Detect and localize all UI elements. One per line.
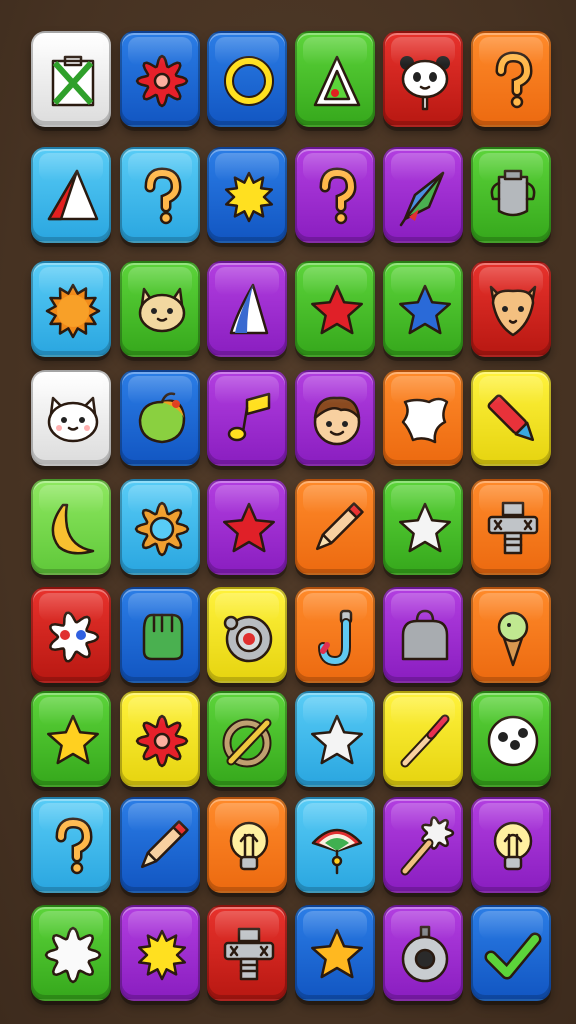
tile-r5-c6[interactable] [471, 479, 551, 575]
tile-r6-c2[interactable] [120, 587, 200, 683]
tile-r3-c4[interactable] [295, 261, 375, 357]
tile-r7-c6[interactable] [471, 691, 551, 787]
tile-r5-c1[interactable] [31, 479, 111, 575]
tile-r5-c3[interactable] [207, 479, 287, 575]
tile-r3-c5[interactable] [383, 261, 463, 357]
tile-r7-c1[interactable] [31, 691, 111, 787]
tile-r6-c1[interactable] [31, 587, 111, 683]
tile-r8-c2[interactable] [120, 797, 200, 893]
tile-r5-c5[interactable] [383, 479, 463, 575]
tile-r8-c4[interactable] [295, 797, 375, 893]
tile-r3-c6[interactable] [471, 261, 551, 357]
tile-r6-c5[interactable] [383, 587, 463, 683]
tile-r8-c1[interactable] [31, 797, 111, 893]
tile-r3-c3[interactable] [207, 261, 287, 357]
game-board [0, 0, 576, 1024]
tile-r4-c2[interactable] [120, 370, 200, 466]
tile-r4-c4[interactable] [295, 370, 375, 466]
tile-r2-c5[interactable] [383, 147, 463, 243]
tile-r9-c1[interactable] [31, 905, 111, 1001]
tile-r2-c3[interactable] [207, 147, 287, 243]
tile-r3-c2[interactable] [120, 261, 200, 357]
tile-r9-c6[interactable] [471, 905, 551, 1001]
tile-r1-c5[interactable] [383, 31, 463, 127]
tile-r8-c3[interactable] [207, 797, 287, 893]
tile-r7-c3[interactable] [207, 691, 287, 787]
tile-r2-c6[interactable] [471, 147, 551, 243]
tile-r7-c2[interactable] [120, 691, 200, 787]
tile-r1-c4[interactable] [295, 31, 375, 127]
tile-r8-c5[interactable] [383, 797, 463, 893]
tile-r4-c6[interactable] [471, 370, 551, 466]
tile-r1-c3[interactable] [207, 31, 287, 127]
tile-r7-c5[interactable] [383, 691, 463, 787]
tile-r2-c2[interactable] [120, 147, 200, 243]
tile-r8-c6[interactable] [471, 797, 551, 893]
tile-r4-c1[interactable] [31, 370, 111, 466]
tile-r4-c5[interactable] [383, 370, 463, 466]
tile-r2-c1[interactable] [31, 147, 111, 243]
tile-r6-c6[interactable] [471, 587, 551, 683]
tile-r6-c4[interactable] [295, 587, 375, 683]
tile-r9-c3[interactable] [207, 905, 287, 1001]
tile-r1-c6[interactable] [471, 31, 551, 127]
tile-r3-c1[interactable] [31, 261, 111, 357]
tile-r5-c2[interactable] [120, 479, 200, 575]
tile-r4-c3[interactable] [207, 370, 287, 466]
tile-r5-c4[interactable] [295, 479, 375, 575]
tile-r1-c1[interactable] [31, 31, 111, 127]
tile-r1-c2[interactable] [120, 31, 200, 127]
tile-r9-c2[interactable] [120, 905, 200, 1001]
tile-r7-c4[interactable] [295, 691, 375, 787]
tile-r9-c5[interactable] [383, 905, 463, 1001]
tile-r9-c4[interactable] [295, 905, 375, 1001]
tile-r2-c4[interactable] [295, 147, 375, 243]
tile-r6-c3[interactable] [207, 587, 287, 683]
